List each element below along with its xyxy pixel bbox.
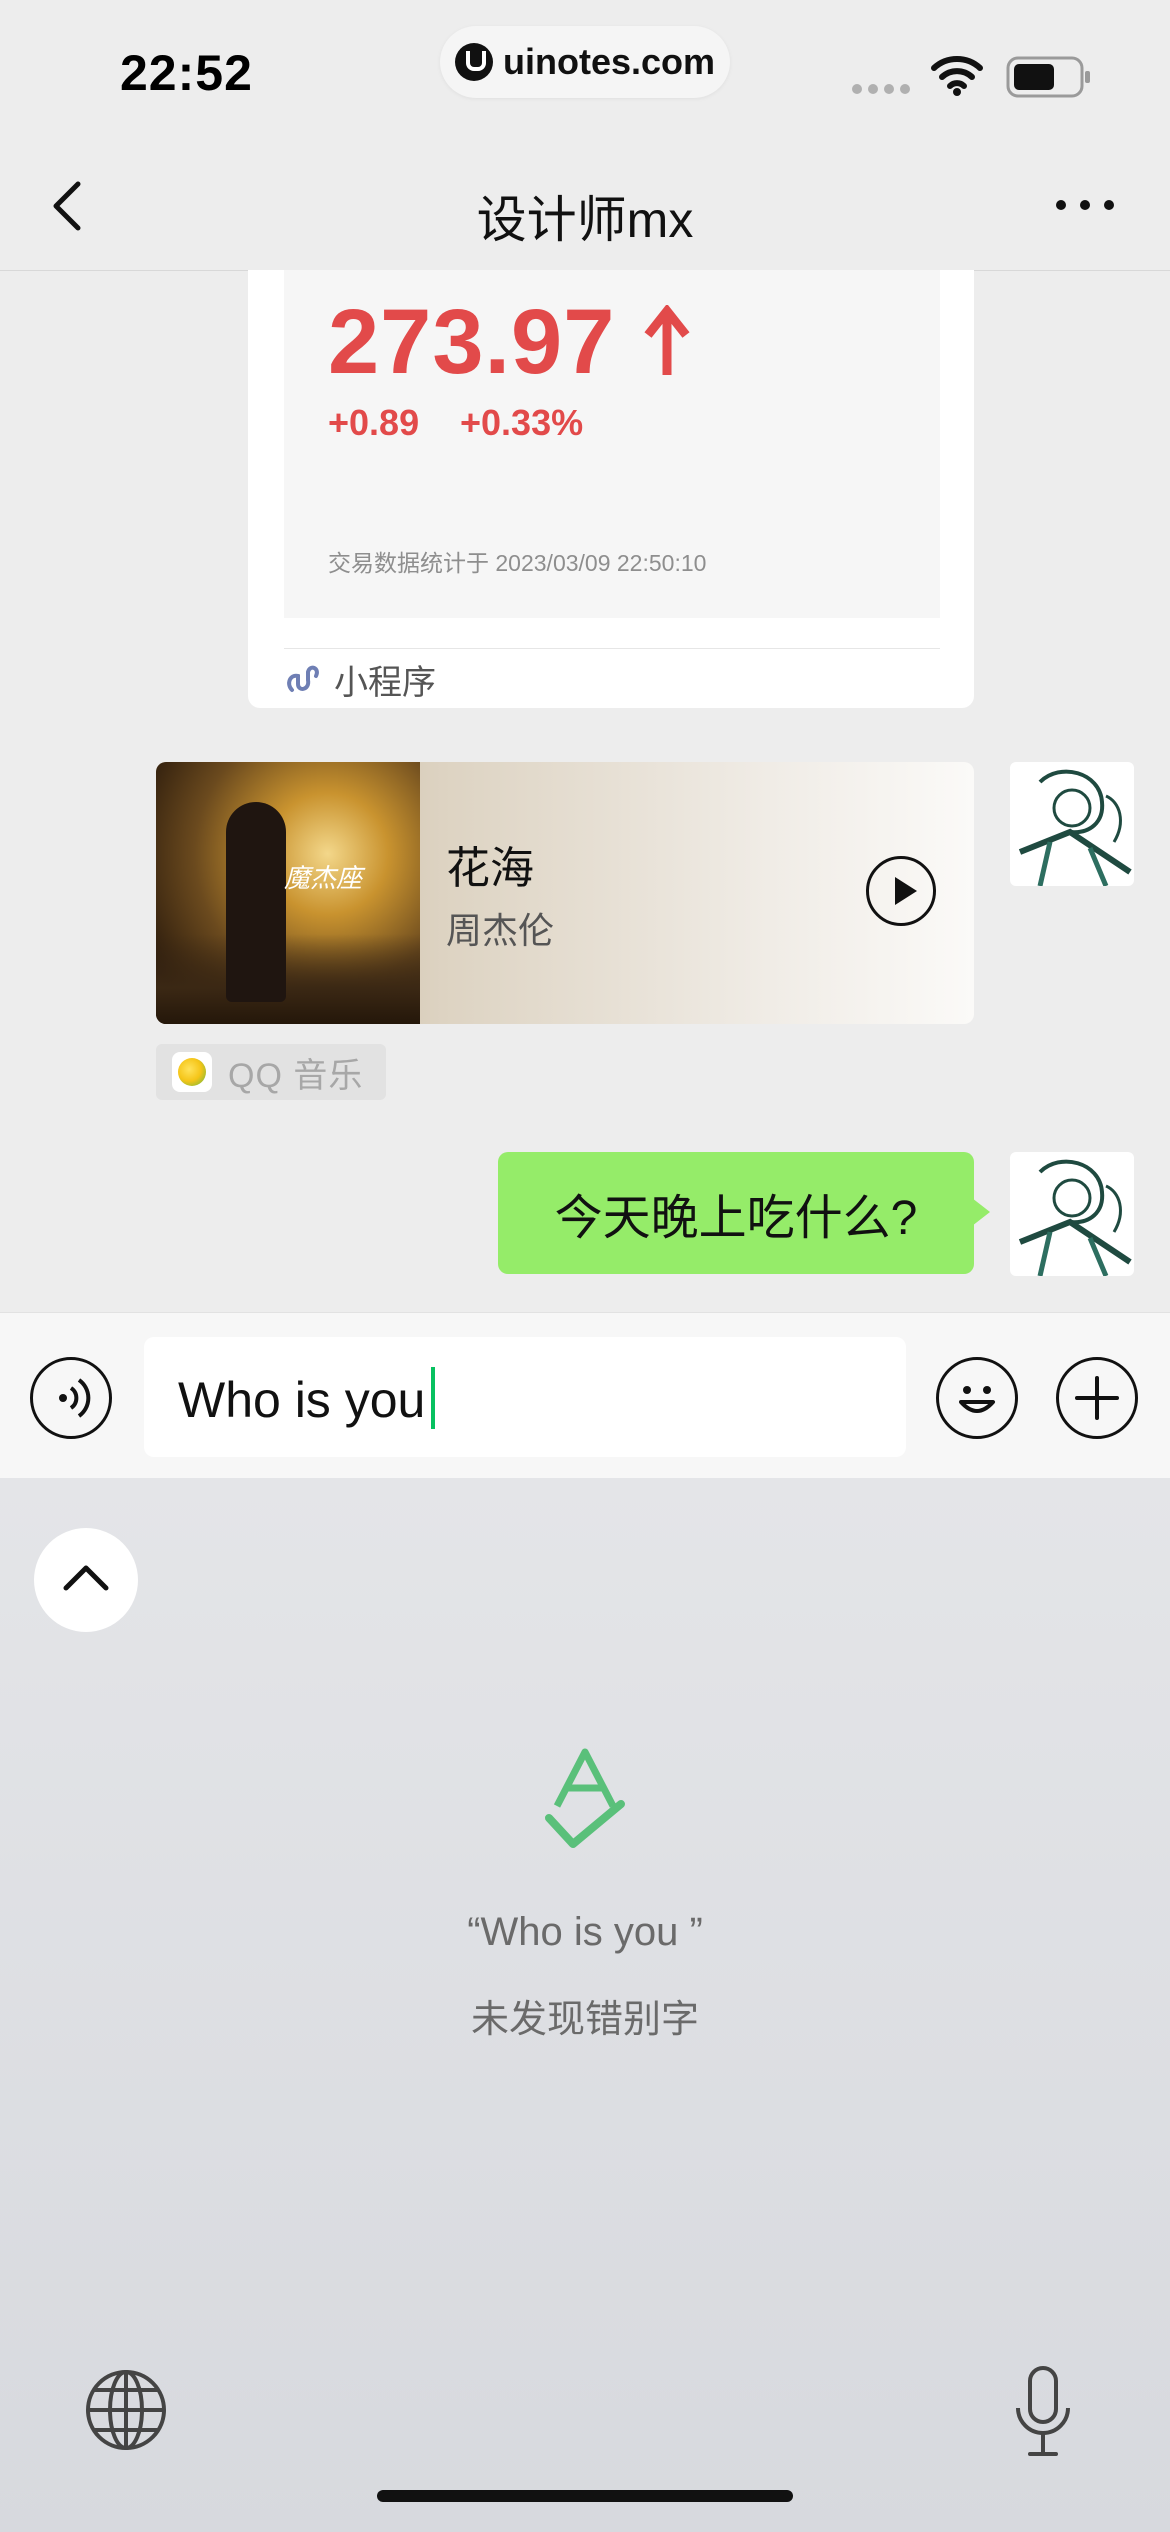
voice-input-button[interactable] [30, 1357, 112, 1439]
globe-icon[interactable] [84, 2368, 168, 2452]
song-title: 花海 [446, 844, 534, 893]
more-actions-button[interactable] [1056, 1357, 1138, 1439]
voice-wave-icon [59, 1378, 91, 1418]
keyboard-panel: “Who is you ” 未发现错别字 [0, 1478, 1170, 2532]
album-cover-text: 魔杰座 [284, 864, 363, 894]
battery-icon [1006, 56, 1090, 98]
song-artist: 周杰伦 [446, 910, 555, 951]
emoji-button[interactable] [936, 1357, 1018, 1439]
cellular-signal-icon [852, 84, 910, 94]
stock-timestamp: 交易数据统计于 2023/03/09 22:50:10 [328, 550, 707, 576]
spellcheck-result: 未发现错别字 [470, 1999, 699, 2041]
home-indicator[interactable] [377, 2490, 793, 2502]
chat-input-bar: Who is you [0, 1312, 1170, 1479]
stock-price-value: 273.97 [328, 291, 616, 393]
music-card[interactable]: 魔杰座 花海 周杰伦 [156, 762, 974, 1024]
mini-program-footer: 小程序 [284, 654, 436, 704]
mini-program-divider [284, 648, 940, 649]
avatar[interactable] [1010, 762, 1134, 886]
message-bubble[interactable]: 今天晚上吃什么? [498, 1152, 990, 1274]
album-cover-image: 魔杰座 [156, 762, 420, 1024]
uinotes-logo-icon [454, 43, 493, 81]
spellcheck-word: “Who is you ” [467, 1910, 703, 1954]
spellcheck-icon [545, 1748, 625, 1848]
avatar[interactable] [1010, 1152, 1134, 1276]
message-text: 今天晚上吃什么? [554, 1192, 918, 1245]
text-caret [431, 1367, 436, 1429]
mini-program-label: 小程序 [334, 663, 436, 702]
message-input-value: Who is you [178, 1372, 426, 1428]
music-source-badge[interactable]: QQ 音乐 [156, 1044, 386, 1100]
status-time: 22:52 [120, 45, 253, 101]
chat-title: 设计师mx [476, 192, 694, 248]
up-arrow-icon [644, 303, 690, 375]
play-button[interactable] [866, 856, 936, 926]
watermark-text: uinotes.com [502, 41, 716, 82]
stock-change: +0.89 [328, 402, 420, 443]
plus-icon [1075, 1376, 1119, 1420]
stock-change-percent: +0.33% [460, 402, 584, 443]
music-source-label: QQ 音乐 [228, 1056, 364, 1095]
chevron-up-icon [63, 1565, 109, 1591]
smiley-icon [959, 1386, 995, 1413]
mini-program-icon [287, 665, 319, 692]
microphone-icon[interactable] [1008, 2364, 1078, 2460]
watermark-pill: uinotes.com [440, 26, 730, 98]
message-input[interactable]: Who is you [144, 1337, 906, 1457]
chat-navbar: 设计师mx [0, 140, 1170, 271]
qq-music-icon [172, 1052, 212, 1092]
stock-price: 273.97 [328, 290, 692, 395]
message-input-text[interactable]: Who is you [178, 1367, 436, 1429]
wifi-icon [931, 56, 983, 96]
collapse-button[interactable] [34, 1528, 138, 1632]
more-icon[interactable] [1050, 180, 1120, 230]
